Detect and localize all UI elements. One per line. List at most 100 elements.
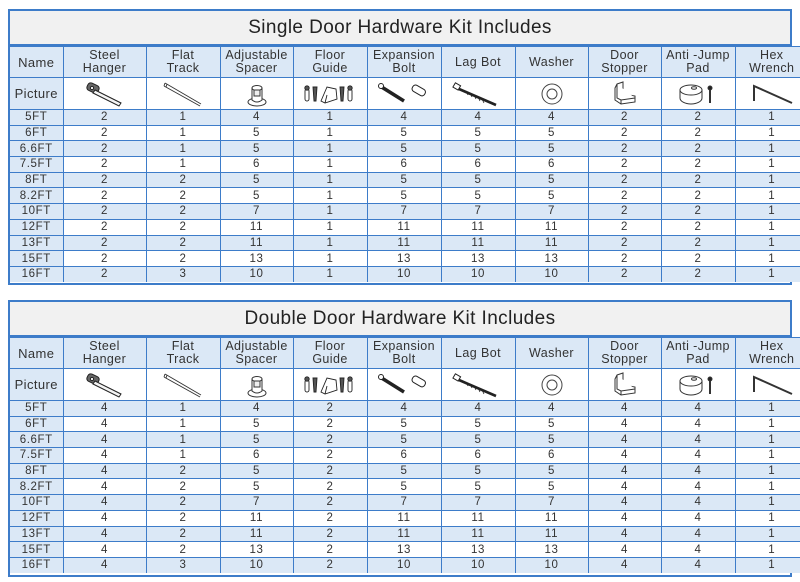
quantity-cell-floor-guide: 1 [292, 203, 368, 220]
table-row: 6.6FT 2 1 5 1 5 5 5 2 2 1 [10, 140, 800, 158]
floor-guide-icon [302, 372, 358, 398]
column-header-hex-wrench: Hex Wrench [734, 46, 800, 78]
picture-cell [514, 368, 589, 401]
quantity-cell-hex-wrench: 1 [734, 494, 800, 511]
quantity-cell-washer: 6 [514, 447, 589, 464]
row-size-label: 12FT [10, 509, 64, 527]
table-title: Single Door Hardware Kit Includes [10, 11, 790, 46]
quantity-cell-steel-hanger: 2 [62, 218, 147, 236]
column-header-steel-hanger: Steel Hanger [62, 337, 147, 369]
table-row: 16FT 4 3 10 2 10 10 10 4 4 1 [10, 556, 800, 573]
quantity-cell-lag-bot: 13 [440, 250, 516, 267]
quantity-cell-expansion-bolt: 13 [366, 250, 442, 267]
quantity-cell-door-stopper: 2 [587, 156, 662, 173]
quantity-cell-anti-jump-pad: 2 [660, 234, 736, 252]
row-size-label: 13FT [10, 525, 64, 543]
quantity-cell-anti-jump-pad: 2 [660, 124, 736, 142]
column-header-anti-jump-pad: Anti -Jump Pad [660, 337, 736, 369]
quantity-cell-anti-jump-pad: 4 [660, 494, 736, 511]
picture-cell [734, 368, 800, 401]
quantity-cell-expansion-bolt: 13 [366, 541, 442, 558]
quantity-cell-steel-hanger: 2 [62, 250, 147, 267]
quantity-cell-hex-wrench: 1 [734, 509, 800, 527]
column-header-label: Track [166, 352, 200, 366]
quantity-cell-expansion-bolt: 5 [366, 171, 442, 189]
column-header-label: Pad [686, 61, 710, 75]
quantity-cell-floor-guide: 2 [292, 400, 368, 417]
row-size-label: 15FT [10, 250, 64, 267]
column-header-steel-hanger: Steel Hanger [62, 46, 147, 78]
quantity-cell-expansion-bolt: 4 [366, 400, 442, 417]
quantity-cell-anti-jump-pad: 4 [660, 541, 736, 558]
picture-cell [440, 368, 516, 401]
quantity-cell-hex-wrench: 1 [734, 400, 800, 417]
quantity-cell-hex-wrench: 1 [734, 187, 800, 205]
kit-grid: Name Steel Hanger Flat Track Adjustable Spacer… [10, 337, 800, 573]
row-size-label: 8.2FT [10, 187, 64, 205]
table-row: 6FT 4 1 5 2 5 5 5 4 4 1 [10, 415, 800, 433]
quantity-cell-flat-track: 1 [145, 109, 221, 126]
quantity-cell-anti-jump-pad: 4 [660, 431, 736, 449]
quantity-cell-lag-bot: 6 [440, 156, 516, 173]
quantity-cell-washer: 5 [514, 187, 589, 205]
quantity-cell-lag-bot: 7 [440, 203, 516, 220]
quantity-cell-adjustable-spacer: 5 [219, 124, 294, 142]
quantity-cell-washer: 4 [514, 400, 589, 417]
table-row: 10FT 2 2 7 1 7 7 7 2 2 1 [10, 203, 800, 220]
column-header-label: Lag Bot [455, 345, 501, 360]
quantity-cell-hex-wrench: 1 [734, 431, 800, 449]
quantity-cell-floor-guide: 1 [292, 234, 368, 252]
column-header-door-stopper: Door Stopper [587, 337, 662, 369]
quantity-cell-lag-bot: 10 [440, 265, 516, 282]
picture-cell [62, 77, 147, 110]
table-row: 16FT 2 3 10 1 10 10 10 2 2 1 [10, 265, 800, 282]
quantity-cell-anti-jump-pad: 2 [660, 265, 736, 282]
quantity-cell-adjustable-spacer: 10 [219, 265, 294, 282]
quantity-cell-lag-bot: 11 [440, 509, 516, 527]
expansion-bolt-icon [376, 81, 432, 107]
lag-bolt-icon [450, 81, 506, 107]
column-header-label: Hanger [82, 61, 127, 75]
column-header-floor-guide: Floor Guide [292, 46, 368, 78]
quantity-cell-hex-wrench: 1 [734, 171, 800, 189]
quantity-cell-door-stopper: 2 [587, 203, 662, 220]
quantity-cell-expansion-bolt: 7 [366, 203, 442, 220]
table-row: 6FT 2 1 5 1 5 5 5 2 2 1 [10, 124, 800, 142]
column-header-floor-guide: Floor Guide [292, 337, 368, 369]
header-row: Name Steel Hanger Flat Track Adjustable Spacer… [10, 337, 800, 369]
picture-cell [514, 77, 589, 110]
quantity-cell-flat-track: 2 [145, 203, 221, 220]
quantity-cell-expansion-bolt: 5 [366, 124, 442, 142]
quantity-cell-anti-jump-pad: 2 [660, 187, 736, 205]
quantity-cell-flat-track: 2 [145, 494, 221, 511]
quantity-cell-anti-jump-pad: 2 [660, 140, 736, 158]
picture-cell [292, 77, 368, 110]
column-header-label: Track [166, 61, 200, 75]
quantity-cell-expansion-bolt: 11 [366, 218, 442, 236]
quantity-cell-anti-jump-pad: 4 [660, 478, 736, 496]
quantity-cell-floor-guide: 1 [292, 187, 368, 205]
column-header-label: Name [18, 345, 55, 361]
quantity-cell-lag-bot: 4 [440, 109, 516, 126]
quantity-cell-washer: 5 [514, 478, 589, 496]
quantity-cell-expansion-bolt: 5 [366, 140, 442, 158]
quantity-cell-door-stopper: 4 [587, 462, 662, 480]
picture-cell [660, 368, 736, 401]
quantity-cell-washer: 11 [514, 509, 589, 527]
quantity-cell-steel-hanger: 2 [62, 203, 147, 220]
column-header-label: Guide [312, 61, 348, 75]
quantity-cell-floor-guide: 2 [292, 415, 368, 433]
quantity-cell-door-stopper: 4 [587, 541, 662, 558]
quantity-cell-steel-hanger: 2 [62, 234, 147, 252]
quantity-cell-washer: 5 [514, 171, 589, 189]
quantity-cell-lag-bot: 5 [440, 187, 516, 205]
quantity-cell-steel-hanger: 2 [62, 171, 147, 189]
quantity-cell-floor-guide: 1 [292, 124, 368, 142]
row-size-label: 13FT [10, 234, 64, 252]
quantity-cell-adjustable-spacer: 4 [219, 400, 294, 417]
quantity-cell-hex-wrench: 1 [734, 265, 800, 282]
quantity-cell-hex-wrench: 1 [734, 218, 800, 236]
column-header-lag-bot: Lag Bot [440, 46, 516, 78]
quantity-cell-lag-bot: 13 [440, 541, 516, 558]
column-header-label: Bolt [392, 352, 416, 366]
